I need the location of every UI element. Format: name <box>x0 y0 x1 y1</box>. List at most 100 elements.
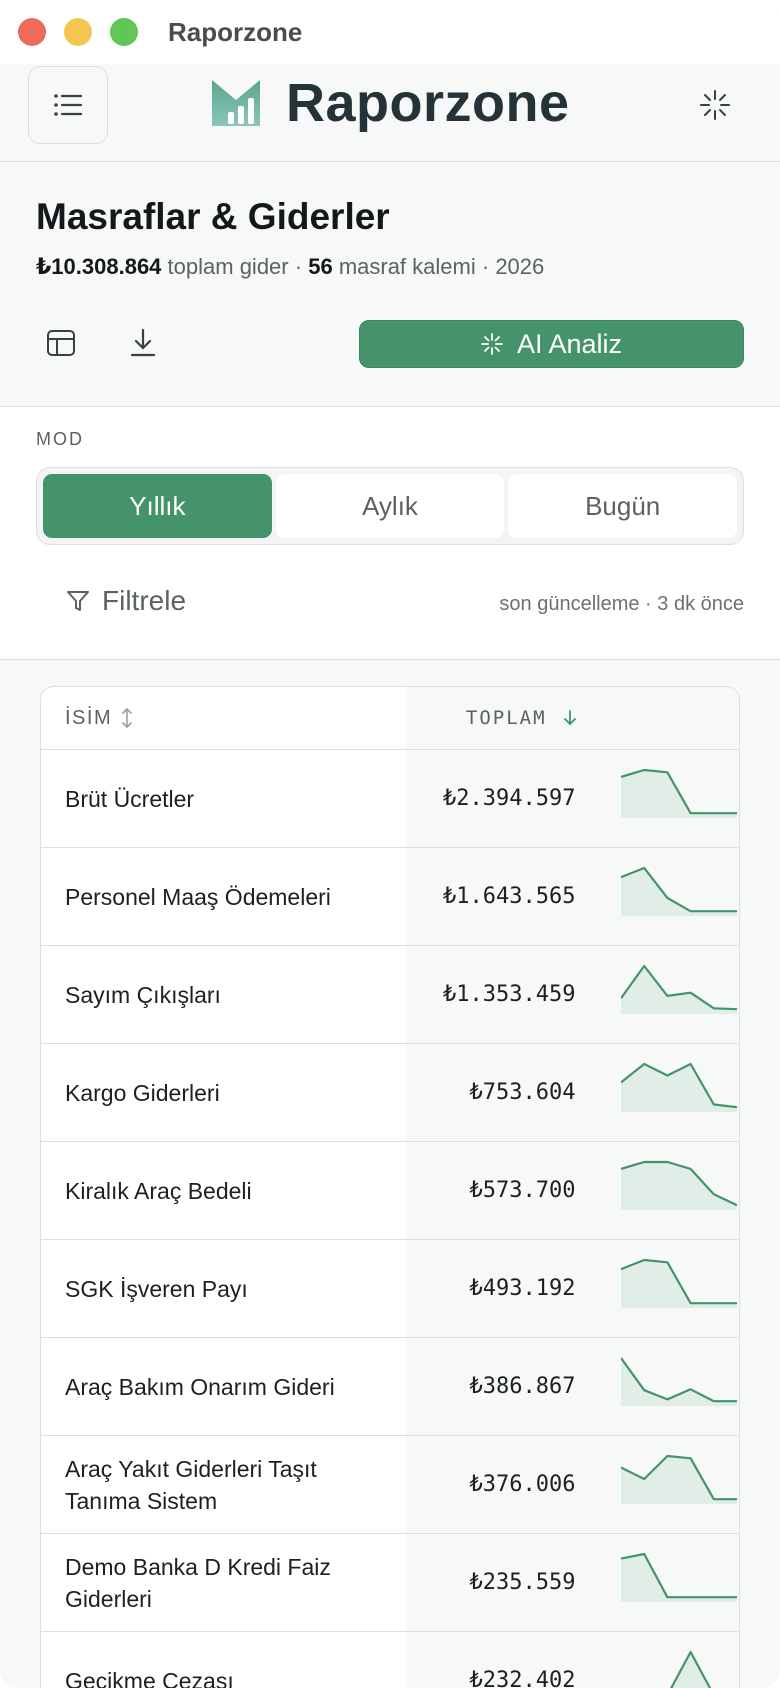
action-bar: AI Analiz <box>36 318 744 368</box>
row-trend <box>583 1436 739 1533</box>
table-row[interactable]: Kiralık Araç Bedeli ₺573.700 <box>41 1142 739 1240</box>
sparkline-chart <box>621 1160 738 1210</box>
table-row[interactable]: Araç Yakıt Giderleri Taşıt Tanıma Sistem… <box>41 1436 739 1534</box>
row-name: Gecikme Cezası <box>65 1667 234 1688</box>
table-row[interactable]: Personel Maaş Ödemeleri ₺1.643.565 <box>41 848 739 946</box>
item-count: 56 <box>308 254 333 279</box>
table-header: İSİM TOPLAM <box>41 687 739 750</box>
sparkline-chart <box>670 1650 712 1688</box>
year-label: 2026 <box>495 254 545 279</box>
row-name: Araç Yakıt Giderleri Taşıt Tanıma Sistem <box>65 1455 317 1514</box>
column-header-name[interactable]: İSİM <box>41 687 406 749</box>
column-name-label: İSİM <box>65 706 113 729</box>
row-name: Personel Maaş Ödemeleri <box>65 883 331 910</box>
mode-selector: Yıllık Aylık Bugün <box>36 467 744 545</box>
minimize-window-button[interactable] <box>64 18 92 46</box>
expense-table: İSİM TOPLAM Brüt Ücretler ₺2.394.597 Per… <box>40 686 740 1688</box>
stats-separator: · <box>294 254 303 279</box>
row-trend <box>583 750 739 847</box>
row-name: Brüt Ücretler <box>65 785 195 812</box>
sparkline-area <box>621 1554 738 1602</box>
row-total: ₺386.867 <box>406 1338 584 1435</box>
total-amount: ₺10.308.864 <box>36 254 162 279</box>
row-trend <box>583 1240 739 1337</box>
table-row[interactable]: Demo Banka D Kredi Faiz Giderleri ₺235.55… <box>41 1534 739 1632</box>
row-total: ₺232.402 <box>406 1632 584 1688</box>
menu-button[interactable] <box>28 66 108 144</box>
table-row[interactable]: SGK İşveren Payı ₺493.192 <box>41 1240 739 1338</box>
ai-analysis-button[interactable]: AI Analiz <box>359 320 744 368</box>
ai-button-label: AI Analiz <box>516 328 623 359</box>
mode-section: MOD Yıllık Aylık Bugün Filtrele son günc… <box>0 407 780 660</box>
row-trend <box>583 848 739 945</box>
filter-icon <box>67 591 89 611</box>
sort-both-icon <box>122 708 132 728</box>
row-name: Araç Bakım Onarım Gideri <box>65 1373 335 1400</box>
table-row[interactable]: Sayım Çıkışları ₺1.353.459 <box>41 946 739 1044</box>
row-total: ₺753.604 <box>406 1044 584 1141</box>
item-label: masraf kalemi <box>338 254 476 279</box>
row-total: ₺2.394.597 <box>406 750 584 847</box>
table-view-button[interactable] <box>36 318 86 368</box>
sparkle-icon <box>481 333 503 355</box>
sparkline-chart <box>621 1552 738 1602</box>
window-title: Raporzone <box>168 16 303 47</box>
row-name: Kargo Giderleri <box>65 1079 220 1106</box>
menu-icon <box>54 94 83 116</box>
sparkline-area <box>671 1652 711 1688</box>
table-icon <box>47 330 75 356</box>
sparkline-chart <box>621 1454 738 1504</box>
row-trend <box>583 946 739 1043</box>
column-header-total[interactable]: TOPLAM <box>405 687 739 749</box>
table-row[interactable]: Kargo Giderleri ₺753.604 <box>41 1044 739 1142</box>
title-bar: Raporzone <box>0 0 780 64</box>
mode-option-today[interactable]: Bugün <box>508 474 738 538</box>
table-row[interactable]: Araç Bakım Onarım Gideri ₺386.867 <box>41 1338 739 1436</box>
sparkline-chart <box>621 866 738 916</box>
brand-name: Raporzone <box>286 73 570 133</box>
table-row[interactable]: Brüt Ücretler ₺2.394.597 <box>41 750 739 848</box>
page-title: Masraflar & Giderler <box>36 196 390 237</box>
table-area: İSİM TOPLAM Brüt Ücretler ₺2.394.597 Per… <box>0 662 780 1688</box>
row-name: Sayım Çıkışları <box>65 981 221 1008</box>
summary-section: Masraflar & Giderler ₺10.308.864 toplam … <box>0 162 780 407</box>
app-header: Raporzone <box>0 64 780 162</box>
summary-stats: ₺10.308.864 toplam gider · 56 masraf kal… <box>36 254 744 280</box>
stats-separator: · <box>481 254 490 279</box>
total-label: toplam gider <box>167 254 289 279</box>
mode-label: MOD <box>36 429 84 449</box>
row-trend <box>583 1632 739 1688</box>
sparkline-chart <box>621 1258 738 1308</box>
sparkline-area <box>621 1162 738 1210</box>
filter-label: Filtrele <box>102 585 187 616</box>
row-total: ₺1.353.459 <box>406 946 584 1043</box>
sort-down-icon <box>563 710 576 725</box>
maximize-window-button[interactable] <box>110 18 138 46</box>
close-window-button[interactable] <box>18 18 46 46</box>
row-total: ₺493.192 <box>406 1240 584 1337</box>
brand-logo-icon <box>212 80 260 126</box>
table-row[interactable]: Gecikme Cezası ₺232.402 <box>41 1632 739 1688</box>
table-body: Brüt Ücretler ₺2.394.597 Personel Maaş Öde… <box>41 750 739 1688</box>
brand: Raporzone <box>208 72 570 134</box>
sparkline-area <box>621 868 738 916</box>
row-total: ₺1.643.565 <box>406 848 584 945</box>
row-total: ₺573.700 <box>406 1142 584 1239</box>
row-total: ₺235.559 <box>406 1534 584 1631</box>
sparkline-chart <box>621 768 738 818</box>
filter-button[interactable]: Filtrele <box>66 585 186 617</box>
sparkle-icon[interactable] <box>698 88 732 122</box>
row-trend <box>583 1044 739 1141</box>
mode-option-yearly[interactable]: Yıllık <box>43 474 272 538</box>
download-button[interactable] <box>118 318 168 368</box>
mode-option-monthly[interactable]: Aylık <box>275 474 505 538</box>
sparkline-chart <box>621 1357 738 1406</box>
row-name: Demo Banka D Kredi Faiz Giderleri <box>65 1553 331 1612</box>
row-name: SGK İşveren Payı <box>65 1275 248 1302</box>
column-total-label: TOPLAM <box>465 707 547 729</box>
row-trend <box>583 1338 739 1435</box>
last-updated: son güncelleme · 3 dk önce <box>499 593 744 615</box>
sparkline-chart <box>621 1062 738 1112</box>
download-icon <box>130 328 156 357</box>
row-trend <box>583 1534 739 1631</box>
